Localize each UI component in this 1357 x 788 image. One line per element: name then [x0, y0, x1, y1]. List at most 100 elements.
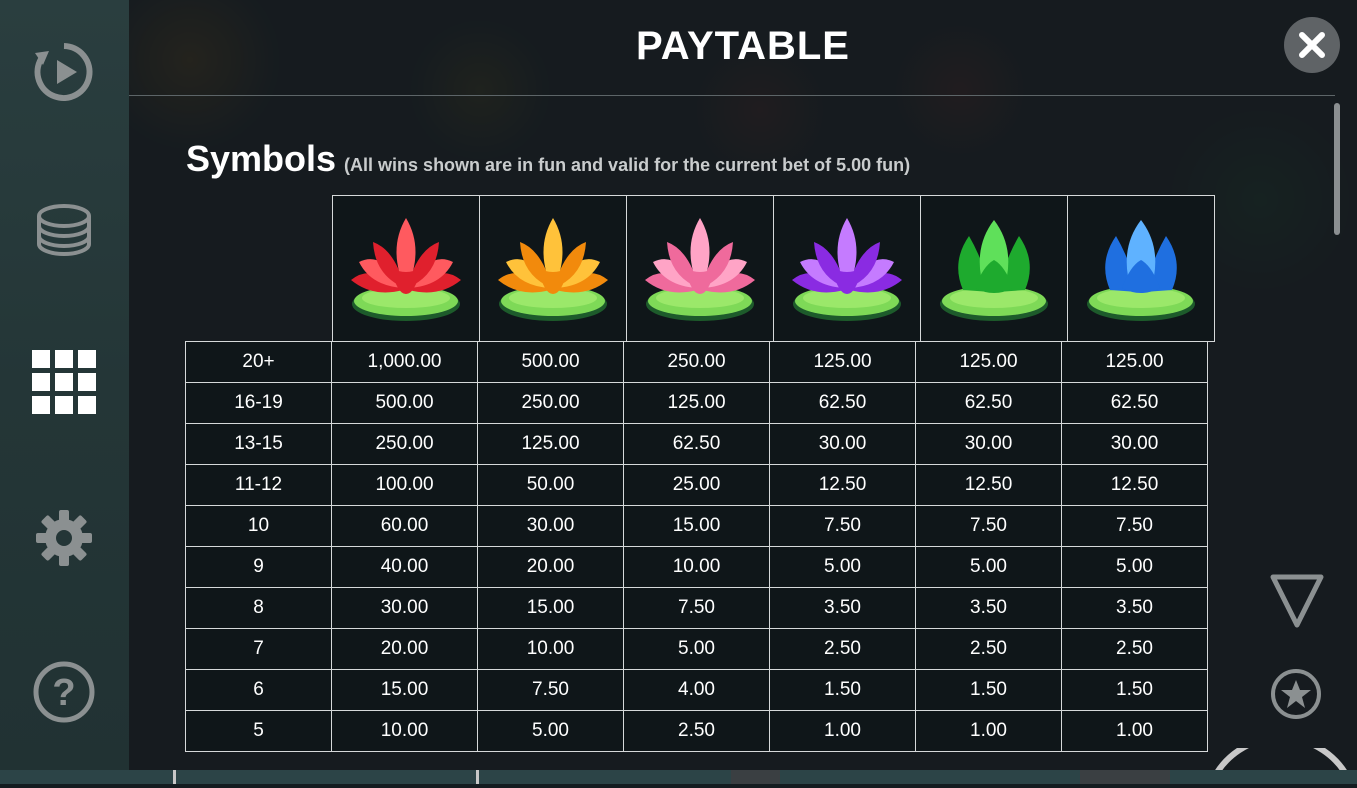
close-button[interactable]: [1284, 17, 1340, 73]
payout-value: 250.00: [477, 382, 624, 424]
payout-value: 5.00: [477, 710, 624, 752]
table-row: 20+ 1,000.00 500.00 250.00 125.00 125.00 125.0…: [185, 341, 1208, 383]
payout-value: 7.50: [769, 505, 916, 547]
favorite-star-icon[interactable]: [1270, 668, 1322, 724]
table-row: 6 15.00 7.50 4.00 1.50 1.50 1.50: [185, 669, 1208, 711]
payout-value: 4.00: [623, 669, 770, 711]
section-heading: Symbols (All wins shown are in fun and va…: [186, 138, 910, 180]
title-divider: [129, 95, 1335, 96]
table-row: 10 60.00 30.00 15.00 7.50 7.50 7.50: [185, 505, 1208, 547]
red-lotus-icon: [351, 217, 461, 321]
table-row: 11-12 100.00 50.00 25.00 12.50 12.50 12.50: [185, 464, 1208, 506]
table-row: 8 30.00 15.00 7.50 3.50 3.50 3.50: [185, 587, 1208, 629]
table-row: 13-15 250.00 125.00 62.50 30.00 30.00 30.00: [185, 423, 1208, 465]
payout-value: 10.00: [331, 710, 478, 752]
symbol-count-label: 20+: [185, 341, 332, 383]
symbol-count-label: 10: [185, 505, 332, 547]
table-row: 9 40.00 20.00 10.00 5.00 5.00 5.00: [185, 546, 1208, 588]
payout-value: 125.00: [915, 341, 1062, 383]
table-row: 16-19 500.00 250.00 125.00 62.50 62.50 62.50: [185, 382, 1208, 424]
payout-value: 5.00: [769, 546, 916, 588]
bottom-segment: [731, 770, 780, 784]
payout-value: 7.50: [623, 587, 770, 629]
symbol-count-label: 8: [185, 587, 332, 629]
payout-value: 2.50: [623, 710, 770, 752]
symbol-count-label: 6: [185, 669, 332, 711]
close-icon: [1299, 32, 1325, 58]
page-title: PAYTABLE: [636, 24, 850, 68]
payout-value: 10.00: [623, 546, 770, 588]
symbol-count-label: 16-19: [185, 382, 332, 424]
payout-value: 62.50: [769, 382, 916, 424]
payout-value: 15.00: [477, 587, 624, 629]
payout-value: 1.50: [769, 669, 916, 711]
payout-value: 3.50: [915, 587, 1062, 629]
payout-value: 1.00: [769, 710, 916, 752]
payout-value: 30.00: [915, 423, 1062, 465]
payout-value: 5.00: [915, 546, 1062, 588]
payout-value: 250.00: [331, 423, 478, 465]
purple-lotus-icon: [792, 217, 902, 321]
section-note: (All wins shown are in fun and valid for…: [344, 155, 911, 175]
payout-value: 125.00: [769, 341, 916, 383]
symbol-count-label: 5: [185, 710, 332, 752]
payout-value: 100.00: [331, 464, 478, 506]
shield-icon[interactable]: [1270, 573, 1324, 633]
payout-value: 3.50: [769, 587, 916, 629]
payout-value: 1.00: [1061, 710, 1208, 752]
help-icon[interactable]: ?: [32, 660, 96, 724]
payout-value: 62.50: [1061, 382, 1208, 424]
settings-gear-icon[interactable]: [32, 506, 96, 570]
payout-value: 125.00: [1061, 341, 1208, 383]
payout-value: 40.00: [331, 546, 478, 588]
payout-value: 15.00: [623, 505, 770, 547]
bet-coins-icon[interactable]: [32, 197, 96, 261]
payout-value: 30.00: [331, 587, 478, 629]
payout-value: 20.00: [331, 628, 478, 670]
symbol-cell: [332, 195, 480, 342]
payout-value: 30.00: [769, 423, 916, 465]
payout-value: 50.00: [477, 464, 624, 506]
payout-value: 1.00: [915, 710, 1062, 752]
payout-value: 3.50: [1061, 587, 1208, 629]
payout-value: 125.00: [623, 382, 770, 424]
payout-value: 1.50: [915, 669, 1062, 711]
symbol-cell: [920, 195, 1068, 342]
payout-value: 500.00: [477, 341, 624, 383]
symbol-count-label: 13-15: [185, 423, 332, 465]
bottom-divider: [476, 770, 479, 784]
payout-value: 250.00: [623, 341, 770, 383]
symbol-cell: [773, 195, 921, 342]
table-row: 5 10.00 5.00 2.50 1.00 1.00 1.00: [185, 710, 1208, 752]
sidebar: ?: [0, 0, 129, 770]
orange-lotus-icon: [498, 217, 608, 321]
payout-value: 15.00: [331, 669, 478, 711]
symbol-header-row: [332, 195, 1215, 342]
payout-value: 62.50: [915, 382, 1062, 424]
blue-lotus-bud-icon: [1087, 219, 1195, 321]
payout-value: 60.00: [331, 505, 478, 547]
table-row: 7 20.00 10.00 5.00 2.50 2.50 2.50: [185, 628, 1208, 670]
payout-value: 62.50: [623, 423, 770, 465]
symbol-count-label: 7: [185, 628, 332, 670]
autoplay-icon[interactable]: [32, 40, 96, 104]
svg-text:?: ?: [52, 672, 75, 714]
payout-value: 2.50: [915, 628, 1062, 670]
scrollbar-thumb[interactable]: [1334, 103, 1340, 235]
payout-value: 12.50: [915, 464, 1062, 506]
payout-value: 10.00: [477, 628, 624, 670]
payout-value: 125.00: [477, 423, 624, 465]
payout-value: 12.50: [1061, 464, 1208, 506]
symbol-cell: [626, 195, 774, 342]
payout-value: 30.00: [1061, 423, 1208, 465]
payout-value: 20.00: [477, 546, 624, 588]
paytable-grid-icon[interactable]: [32, 350, 96, 414]
payout-value: 7.50: [477, 669, 624, 711]
payout-value: 5.00: [623, 628, 770, 670]
pink-lotus-icon: [645, 217, 755, 321]
payout-value: 7.50: [1061, 505, 1208, 547]
green-lotus-bud-icon: [940, 219, 1048, 321]
payout-value: 30.00: [477, 505, 624, 547]
payout-value: 5.00: [1061, 546, 1208, 588]
paytable-table: 20+ 1,000.00 500.00 250.00 125.00 125.00 125.0…: [185, 341, 1208, 752]
